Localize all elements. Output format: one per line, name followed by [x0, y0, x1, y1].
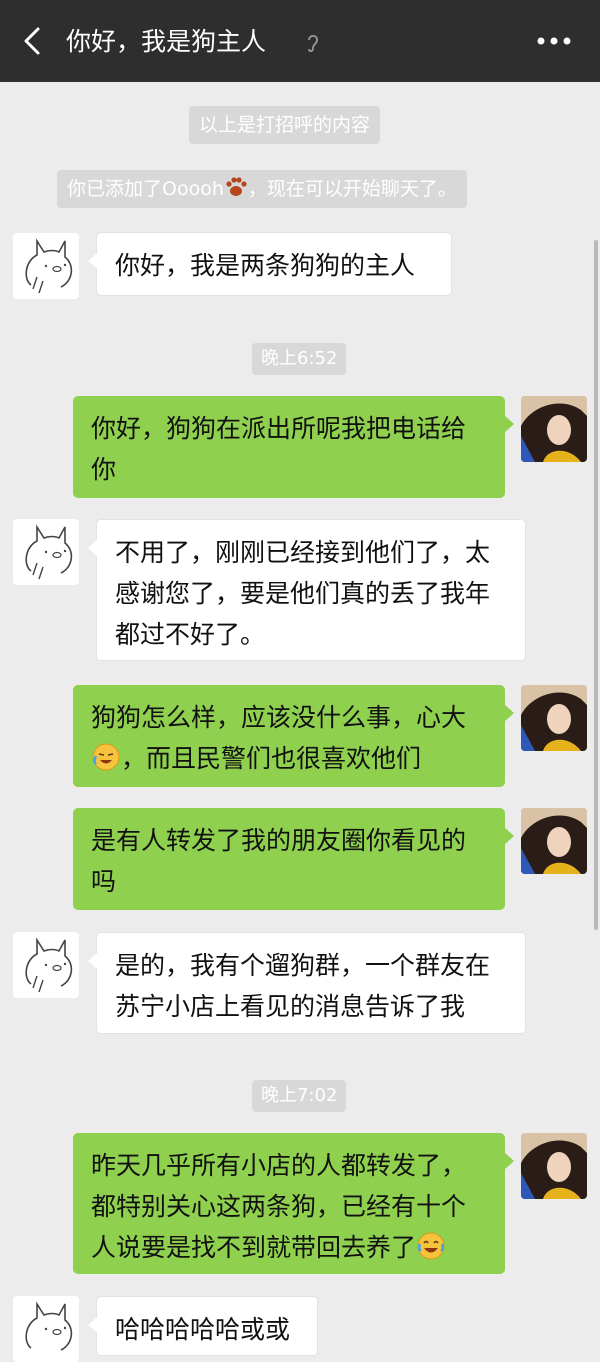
message-text: 你好，我是两条狗狗的主人 — [115, 251, 416, 280]
timestamp: 晚上7:02 — [252, 1080, 347, 1112]
more-dots-icon[interactable] — [536, 36, 572, 46]
my-avatar[interactable] — [521, 808, 587, 874]
greeting-notice: 以上是打招呼的内容 — [189, 106, 381, 144]
timestamp-text: 晚上6:52 — [261, 348, 338, 369]
my-avatar[interactable] — [521, 685, 587, 751]
tears-of-joy-emoji — [417, 1232, 445, 1260]
greeting-notice-text: 以上是打招呼的内容 — [199, 114, 371, 136]
chat-header: 你好，我是狗主人 — [0, 0, 600, 82]
message-text: 哈哈哈哈哈或或 — [115, 1315, 291, 1344]
friend-added-suffix: ，现在可以开始聊天了。 — [247, 178, 457, 200]
contact-avatar[interactable] — [13, 932, 79, 998]
message-bubble-incoming[interactable]: 哈哈哈哈哈或或 — [88, 1296, 318, 1356]
message-bubble-outgoing[interactable]: 狗狗怎么样，应该没什么事，心大 ，而且民警们也很喜欢他们 — [73, 685, 514, 787]
cartoon-animal-icon — [25, 1301, 73, 1351]
friend-added-prefix: 你已添加了Ooooh — [67, 178, 224, 200]
chat-title: 你好，我是狗主人 — [66, 27, 267, 56]
profile-photo-icon — [521, 1133, 587, 1199]
contact-avatar[interactable] — [13, 519, 79, 585]
message-bubble-incoming[interactable]: 不用了，刚刚已经接到他们了，太感谢您了，要是他们真的丢了我年都过不好了。 — [88, 519, 526, 661]
message-text: 你好，狗狗在派出所呢我把电话给你 — [91, 414, 467, 484]
message-bubble-incoming[interactable]: 是的，我有个遛狗群，一个群友在苏宁小店上看见的消息告诉了我 — [88, 932, 526, 1034]
message-bubble-incoming[interactable]: 你好，我是两条狗狗的主人 — [88, 232, 452, 296]
cartoon-animal-icon — [25, 238, 73, 294]
chevron-left-icon[interactable] — [18, 26, 48, 56]
my-avatar[interactable] — [521, 396, 587, 462]
message-text: 狗狗怎么样，应该没什么事，心大 — [91, 703, 467, 732]
ear-icon — [308, 34, 318, 53]
friend-added-notice: 你已添加了Ooooh ，现在可以开始聊天了。 — [57, 170, 467, 208]
contact-avatar[interactable] — [13, 233, 79, 299]
crying-laughing-emoji — [92, 743, 120, 771]
message-bubble-outgoing[interactable]: 昨天几乎所有小店的人都转发了，都特别关心这两条狗，已经有十个人说要是找不到就带回… — [73, 1133, 514, 1274]
cartoon-animal-icon — [25, 524, 73, 580]
timestamp: 晚上6:52 — [252, 343, 347, 375]
profile-photo-icon — [521, 396, 587, 462]
message-text-continued: ，而且民警们也很喜欢他们 — [121, 744, 422, 773]
message-text: 昨天几乎所有小店的人都转发了，都特别关心这两条狗，已经有十个人说要是找不到就带回… — [91, 1151, 467, 1262]
message-text: 是的，我有个遛狗群，一个群友在苏宁小店上看见的消息告诉了我 — [115, 951, 491, 1021]
scrollbar[interactable] — [594, 240, 598, 930]
timestamp-text: 晚上7:02 — [261, 1085, 338, 1106]
contact-avatar[interactable] — [13, 1296, 79, 1362]
profile-photo-icon — [521, 808, 587, 874]
message-bubble-outgoing[interactable]: 是有人转发了我的朋友圈你看见的吗 — [73, 808, 514, 910]
cartoon-animal-icon — [25, 937, 73, 993]
message-bubble-outgoing[interactable]: 你好，狗狗在派出所呢我把电话给你 — [73, 396, 514, 498]
paw-emoji — [226, 177, 247, 196]
my-avatar[interactable] — [521, 1133, 587, 1199]
message-text: 是有人转发了我的朋友圈你看见的吗 — [91, 826, 467, 896]
message-text: 不用了，刚刚已经接到他们了，太感谢您了，要是他们真的丢了我年都过不好了。 — [115, 538, 491, 649]
profile-photo-icon — [521, 685, 587, 751]
